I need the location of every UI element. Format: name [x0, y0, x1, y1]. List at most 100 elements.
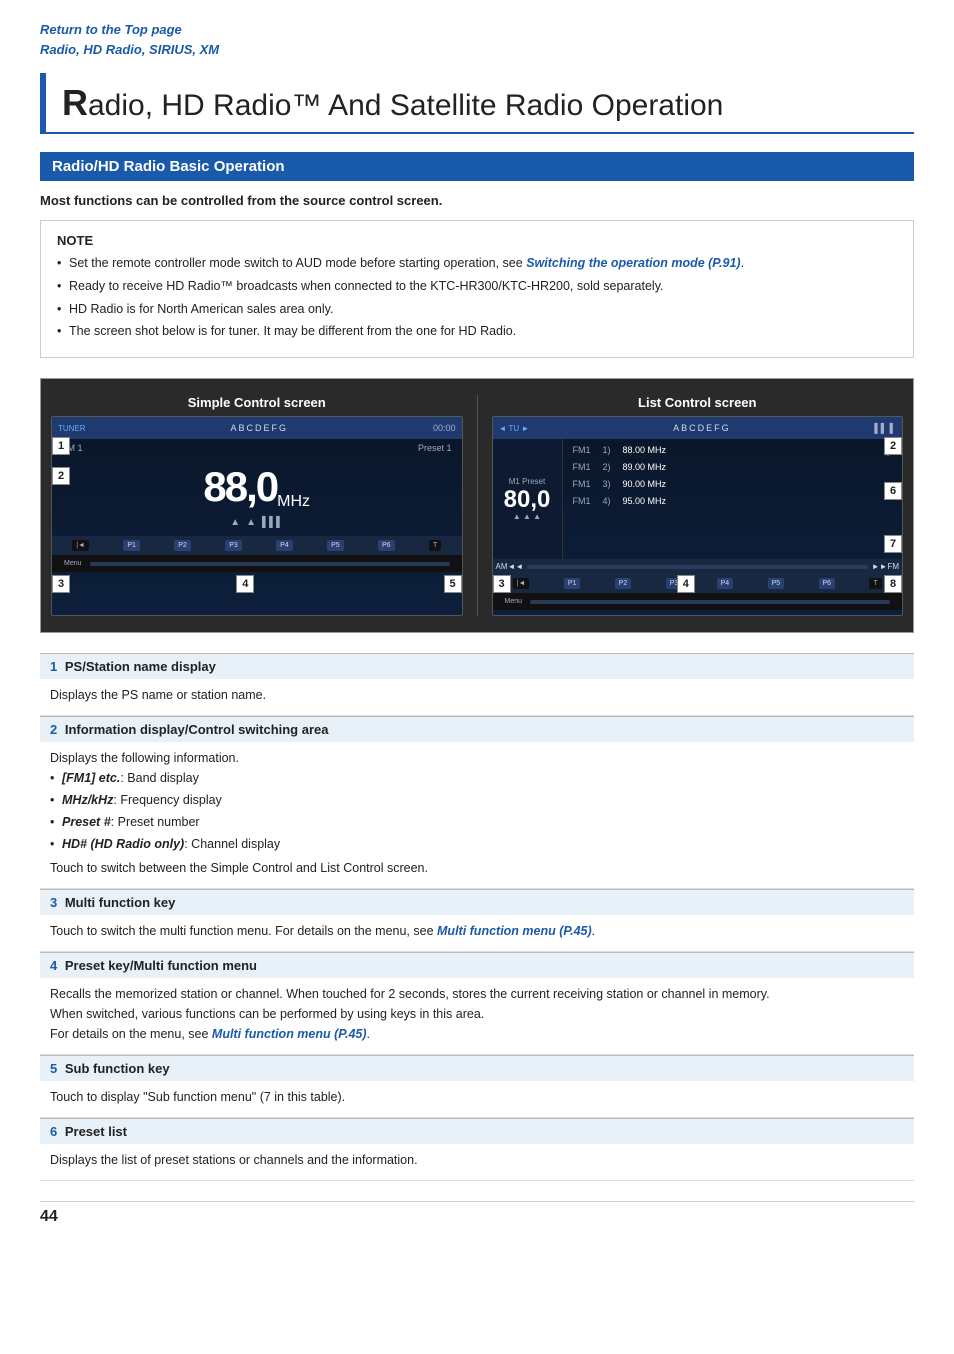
desc-text-1: Displays the PS name or station name.: [50, 685, 904, 705]
list-left-panel: M1 Preset 80,0 ▲ ▲ ▲: [493, 439, 563, 559]
note-link-1[interactable]: Switching the operation mode (P.91): [526, 256, 740, 270]
simple-preset: Preset 1: [418, 443, 452, 453]
list-row-4[interactable]: FM1 4) 95.00 MHz: [569, 494, 897, 508]
simple-freq-area: 88,0MHz: [52, 457, 462, 515]
simple-screen: TUNER ABCDEFG 00:00 FM 1 Preset 1 88,0MH…: [51, 416, 463, 616]
desc-list-item-2-1: [FM1] etc.: Band display: [50, 768, 904, 788]
desc-num-5: 5: [50, 1061, 61, 1076]
description-section-1: 1 PS/Station name display Displays the P…: [40, 653, 914, 716]
title-capital-r: R: [62, 82, 88, 123]
simple-bottom-bar: |◄ P1 P2 P3 P4 P5 P6 T: [52, 536, 462, 555]
note-item-2: Ready to receive HD Radio™ broadcasts wh…: [57, 277, 897, 296]
list-btn-p5[interactable]: P5: [768, 578, 785, 589]
simple-screen-label: Simple Control screen: [51, 395, 463, 410]
list-btn-seek[interactable]: |◄: [513, 578, 530, 589]
description-section-3: 3 Multi function key Touch to switch the…: [40, 889, 914, 952]
desc-link-3[interactable]: Multi function menu (P.45): [437, 924, 592, 938]
note-item-3: HD Radio is for North American sales are…: [57, 300, 897, 319]
desc-num-4: 4: [50, 958, 61, 973]
desc-list-item-2-3: Preset #: Preset number: [50, 812, 904, 832]
icon-triangle-right: ▲: [246, 517, 256, 528]
list-nav-fm[interactable]: FM: [887, 562, 899, 571]
desc-header-4: 4 Preset key/Multi function menu: [40, 952, 914, 978]
page-number: 44: [40, 1201, 914, 1226]
btn-menu[interactable]: Menu: [60, 558, 86, 569]
description-section-2: 2 Information display/Control switching …: [40, 716, 914, 889]
list-row-2[interactable]: FM1 2) 89.00 MHz: [569, 460, 897, 474]
list-btn-menu[interactable]: Menu: [501, 596, 527, 607]
desc-body-1: Displays the PS name or station name.: [40, 679, 914, 716]
list-right-panel: FM1 1) 88.00 MHz ▌ FM1 2) 89.00 MHz FM1 …: [563, 439, 903, 559]
desc-link-4[interactable]: Multi function menu (P.45): [212, 1027, 367, 1041]
desc-header-3: 3 Multi function key: [40, 889, 914, 915]
desc-body-5: Touch to display "Sub function menu" (7 …: [40, 1081, 914, 1118]
list-menu-bar: Menu: [493, 593, 903, 610]
list-row-1[interactable]: FM1 1) 88.00 MHz ▌: [569, 443, 897, 457]
note-box: NOTE Set the remote controller mode swit…: [40, 220, 914, 358]
list-btn-p2[interactable]: P2: [615, 578, 632, 589]
list-top-bar: ◄ TU ► ABCDEFG ▌▌ ▌: [493, 417, 903, 439]
note-title: NOTE: [57, 233, 897, 248]
list-btn-t[interactable]: T: [869, 578, 881, 589]
breadcrumb-line2[interactable]: Radio, HD Radio, SIRIUS, XM: [40, 40, 914, 60]
desc-header-5: 5 Sub function key: [40, 1055, 914, 1081]
desc-list-2: [FM1] etc.: Band display MHz/kHz: Freque…: [50, 768, 904, 854]
desc-body-6: Displays the list of preset stations or …: [40, 1144, 914, 1181]
simple-freq-unit: MHz: [277, 493, 310, 516]
list-btn-p6[interactable]: P6: [819, 578, 836, 589]
btn-p6[interactable]: P6: [378, 540, 395, 551]
badge-7: 7: [884, 535, 902, 553]
breadcrumb: Return to the Top page Radio, HD Radio, …: [40, 20, 914, 59]
simple-abcdefg: ABCDEFG: [231, 423, 289, 433]
note-item-4: The screen shot below is for tuner. It m…: [57, 322, 897, 341]
simple-menu-bar: Menu: [52, 555, 462, 572]
simple-station-name: TUNER: [58, 424, 86, 433]
btn-seek-left[interactable]: |◄: [72, 540, 89, 551]
desc-num-3: 3: [50, 895, 61, 910]
list-nav-bar: AM ◄◄ ►► FM: [493, 559, 903, 574]
desc-text-5: Touch to display "Sub function menu" (7 …: [50, 1087, 904, 1107]
simple-control-section: Simple Control screen TUNER ABCDEFG 00:0…: [51, 395, 463, 616]
breadcrumb-link-radio[interactable]: Radio, HD Radio, SIRIUS, XM: [40, 42, 219, 57]
desc-header-2: 2 Information display/Control switching …: [40, 716, 914, 742]
title-rest: adio, HD Radio™ And Satellite Radio Oper…: [88, 89, 723, 122]
simple-icons-row: ▲ ▲ ▌▌▌: [52, 515, 462, 530]
btn-p2[interactable]: P2: [174, 540, 191, 551]
btn-p5[interactable]: P5: [327, 540, 344, 551]
badge-8: 8: [884, 575, 902, 593]
badge-1: 1: [52, 437, 70, 455]
btn-p1[interactable]: P1: [123, 540, 140, 551]
desc-text-4a: Recalls the memorized station or channel…: [50, 984, 904, 1004]
breadcrumb-link-top[interactable]: Return to the Top page: [40, 22, 182, 37]
desc-num-2: 2: [50, 722, 61, 737]
list-row-3[interactable]: FM1 3) 90.00 MHz: [569, 477, 897, 491]
desc-body-4: Recalls the memorized station or channel…: [40, 978, 914, 1055]
screens-container: Simple Control screen TUNER ABCDEFG 00:0…: [40, 378, 914, 633]
desc-text-3: Touch to switch the multi function menu.…: [50, 921, 904, 941]
list-btn-p4[interactable]: P4: [717, 578, 734, 589]
list-inner-progress: [530, 600, 890, 604]
badge-5: 5: [444, 575, 462, 593]
desc-num-6: 6: [50, 1124, 61, 1139]
page-title-wrapper: Radio, HD Radio™ And Satellite Radio Ope…: [40, 73, 914, 134]
list-nav-prev[interactable]: ◄◄: [508, 562, 524, 571]
list-nav-next[interactable]: ►►: [872, 562, 888, 571]
description-section-4: 4 Preset key/Multi function menu Recalls…: [40, 952, 914, 1055]
simple-signal: ▌▌▌: [262, 517, 283, 528]
btn-t[interactable]: T: [429, 540, 441, 551]
desc-list-item-2-2: MHz/kHz: Frequency display: [50, 790, 904, 810]
btn-p4[interactable]: P4: [276, 540, 293, 551]
breadcrumb-line1[interactable]: Return to the Top page: [40, 20, 914, 40]
simple-band-preset: FM 1 Preset 1: [52, 439, 462, 457]
list-btn-p1[interactable]: P1: [564, 578, 581, 589]
desc-intro-2: Displays the following information.: [50, 748, 904, 768]
list-signal: ▌▌ ▌: [874, 423, 896, 433]
badge-3-list: 3: [493, 575, 511, 593]
badge-4-simple: 4: [236, 575, 254, 593]
simple-freq-large: 88,0: [203, 463, 277, 510]
btn-p3[interactable]: P3: [225, 540, 242, 551]
section-header: Radio/HD Radio Basic Operation: [40, 152, 914, 181]
badge-3-simple: 3: [52, 575, 70, 593]
page-title: Radio, HD Radio™ And Satellite Radio Ope…: [62, 81, 914, 124]
list-nav-am[interactable]: AM: [496, 562, 508, 571]
